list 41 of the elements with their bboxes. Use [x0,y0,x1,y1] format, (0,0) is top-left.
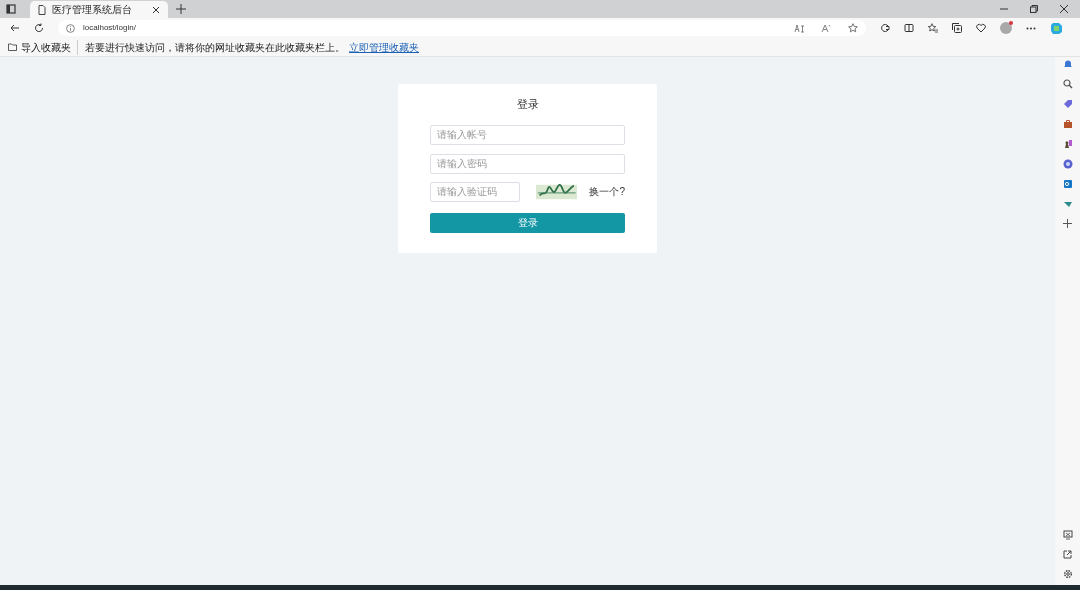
star-icon[interactable] [848,23,858,33]
input-field[interactable]: 请输入帐号 [430,124,625,145]
input-field[interactable]: 请输入密码 [430,153,625,174]
login-title: 登录 [516,97,539,112]
split-screen-icon[interactable] [904,23,914,33]
more-icon[interactable] [1026,26,1036,30]
tab-actions-icon[interactable] [6,4,16,14]
toolbox-icon[interactable] [1062,119,1073,129]
add-icon[interactable] [1063,219,1072,228]
back-icon[interactable] [10,23,20,33]
login-button[interactable]: 登录 [430,212,625,233]
minimize-icon[interactable] [1000,5,1008,13]
chess-icon[interactable] [1062,139,1073,149]
captcha-image [536,183,578,200]
new-tab-icon[interactable] [176,4,186,14]
info-icon [66,23,75,33]
profile-avatar[interactable] [1000,22,1012,34]
bell-icon[interactable] [1062,59,1073,69]
page-icon [38,4,46,15]
restore-icon[interactable] [1030,5,1038,13]
import-folder-icon [8,43,17,51]
tab-title: 医疗管理系统后台 [52,3,133,17]
manage-favorites-link[interactable]: 立即管理收藏夹 [349,39,419,55]
import-favorites-button[interactable]: 导入收藏夹 [21,39,78,55]
close-icon[interactable] [152,5,160,14]
refresh-icon[interactable] [34,23,44,33]
close-icon[interactable] [1060,5,1068,13]
favorites-bar-hint: 若要进行快速访问，请将你的网址收藏夹在此收藏夹栏上。 [85,40,345,55]
tag-icon[interactable] [1062,99,1073,109]
external-link-icon[interactable] [1063,550,1072,559]
heart-icon[interactable] [976,23,986,33]
refresh-captcha-link[interactable]: 换一个? [589,184,625,199]
settings-icon[interactable] [1062,569,1073,579]
search-icon[interactable] [1062,79,1073,89]
captcha-input[interactable]: 请输入验证码 [430,181,520,202]
circle-app-icon[interactable] [1062,159,1073,169]
collections-icon[interactable] [952,23,962,33]
address-bar[interactable]: localhost/login/ [58,20,866,36]
url-text: localhost/login/ [83,22,137,34]
favorites-icon[interactable] [928,23,938,33]
browser-tab[interactable]: 医疗管理系统后台 [30,1,168,18]
